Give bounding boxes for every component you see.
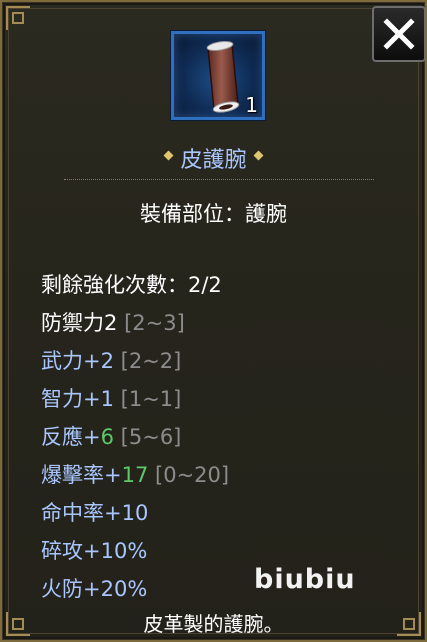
stat-range: [2~2] (120, 349, 182, 373)
stat-label: 智力+1 (41, 387, 114, 411)
dotted-divider (64, 179, 374, 180)
stat-value: 17 (121, 463, 149, 487)
diamond-icon (253, 150, 263, 160)
leather-bracer-icon (206, 41, 240, 113)
stat-fire-resist: 火防+20% (41, 574, 229, 612)
stat-label: 反應+ (41, 425, 101, 449)
stat-list: 剩餘強化次數：2/2 防禦力2 [2~3] 武力+2 [2~2] 智力+1 [1… (41, 270, 229, 612)
stat-defense: 防禦力2 [2~3] (41, 308, 229, 346)
stat-armor-break: 碎攻+10% (41, 536, 229, 574)
stat-label: 命中率+10 (41, 501, 149, 525)
stat-value: 6 (100, 425, 114, 449)
stat-enhance-count: 剩餘強化次數：2/2 (41, 270, 229, 308)
watermark: biubiu (254, 564, 356, 595)
stat-label: 爆擊率+ (41, 463, 122, 487)
stat-critical: 爆擊率+17 [0~20] (41, 460, 229, 498)
diamond-icon (164, 150, 174, 160)
item-icon-slot[interactable]: 1 (171, 31, 265, 120)
stat-range: [2~3] (124, 311, 185, 335)
corner-knot-top-left (12, 12, 24, 24)
stat-accuracy: 命中率+10 (41, 498, 229, 536)
stat-label: 武力+2 (41, 349, 114, 373)
stat-label: 防禦力2 (41, 311, 118, 335)
equip-slot-label: 裝備部位：護腕 (140, 202, 287, 226)
item-description: 皮革製的護腕。 (143, 612, 284, 636)
item-name-row: 皮護腕 (2, 142, 425, 173)
item-tooltip-panel: 1 皮護腕 裝備部位：護腕 剩餘強化次數：2/2 防禦力2 [2~3] 武力+2… (0, 0, 427, 642)
stat-range: [0~20] (155, 463, 230, 487)
close-button[interactable] (372, 6, 426, 62)
stat-intellect: 智力+1 [1~1] (41, 384, 229, 422)
item-count-badge: 1 (245, 93, 258, 117)
stat-range: [1~1] (120, 387, 182, 411)
stat-label: 火防+20% (41, 577, 148, 601)
stat-label: 剩餘強化次數：2/2 (41, 273, 222, 297)
stat-range: [5~6] (120, 425, 182, 449)
close-icon (383, 18, 415, 50)
stat-force: 武力+2 [2~2] (41, 346, 229, 384)
item-name: 皮護腕 (180, 148, 247, 173)
stat-label: 碎攻+10% (41, 539, 148, 563)
stat-reaction: 反應+6 [5~6] (41, 422, 229, 460)
